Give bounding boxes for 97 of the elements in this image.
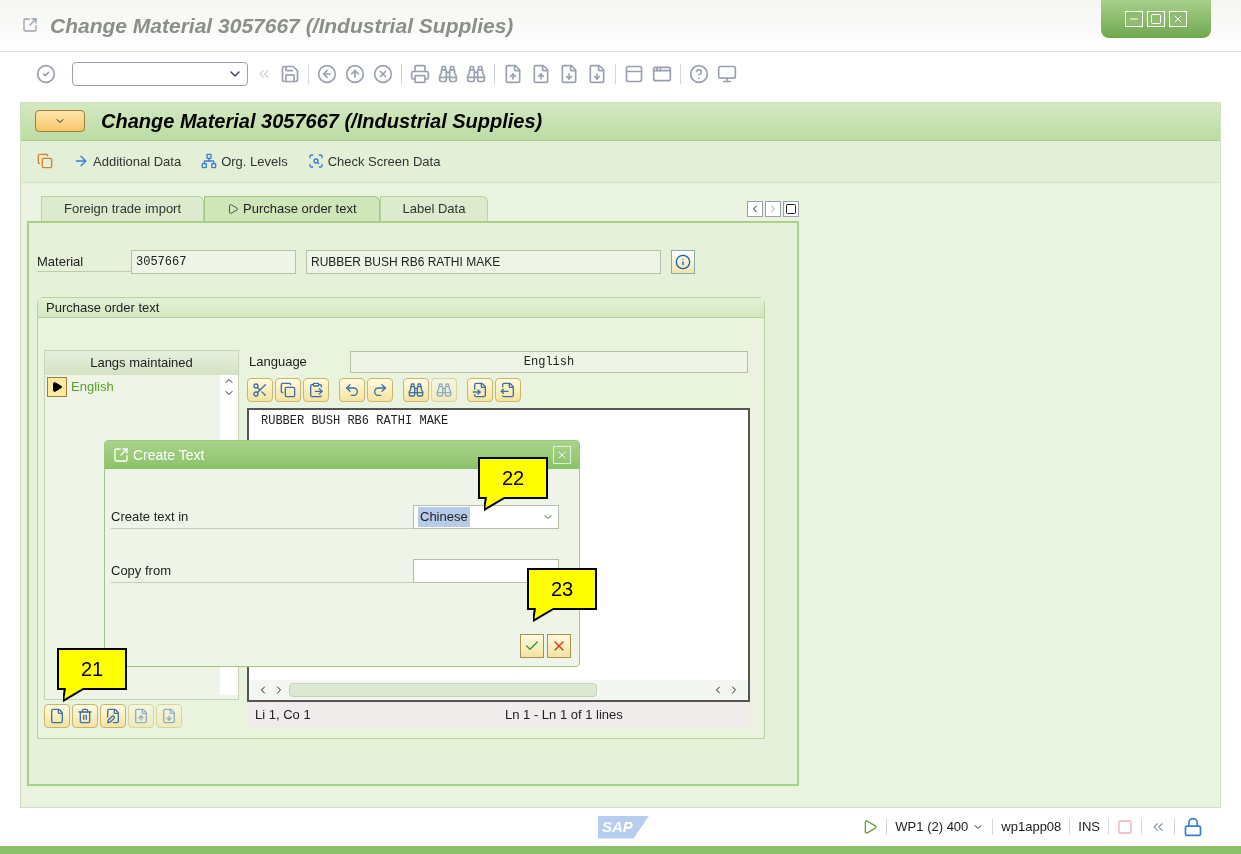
toolbar-button[interactable]: Additional Data — [73, 151, 182, 171]
insert-mode: INS — [1078, 818, 1100, 837]
find-next-icon[interactable] — [466, 63, 486, 84]
export-icon — [500, 381, 516, 398]
create-button[interactable] — [44, 703, 70, 728]
sap-logo: SAP — [598, 816, 649, 839]
cancel-icon[interactable] — [373, 63, 393, 84]
hierarchy-icon — [201, 153, 218, 170]
callout-tail-icon — [533, 608, 557, 622]
line-range: Ln 1 - Ln 1 of 1 lines — [504, 706, 624, 724]
page-down-icon — [161, 707, 177, 724]
tab[interactable]: Label Data — [379, 195, 489, 221]
confirm-button[interactable] — [520, 634, 544, 658]
info-icon — [675, 253, 691, 270]
field-label: Copy from — [111, 560, 413, 583]
paste-icon — [308, 381, 324, 398]
import-icon — [472, 381, 488, 398]
export-button[interactable] — [495, 377, 521, 402]
back-icon[interactable] — [317, 63, 337, 84]
binoculars-icon — [436, 381, 452, 398]
play-icon — [227, 202, 240, 215]
server-name: wp1app08 — [1001, 818, 1062, 837]
first-page-icon[interactable] — [503, 63, 523, 84]
group-title: Purchase order text — [38, 297, 764, 318]
close-icon — [1172, 13, 1184, 25]
maximize-button[interactable] — [1147, 11, 1165, 27]
window-title: Change Material 3057667 (/Industrial Supplies) — [50, 12, 514, 39]
help-icon[interactable] — [689, 63, 709, 84]
find-button[interactable] — [403, 377, 429, 402]
info-button[interactable] — [671, 249, 695, 274]
dialog-title: Create Text — [133, 445, 205, 465]
tab[interactable]: Foreign trade import — [41, 195, 205, 221]
find-icon[interactable] — [438, 63, 458, 84]
delete-button[interactable] — [72, 703, 98, 728]
square-icon — [785, 202, 797, 215]
enter-icon[interactable] — [36, 63, 56, 84]
callout-tail-icon — [484, 497, 508, 511]
scissors-icon — [252, 381, 268, 398]
scan-icon — [307, 153, 324, 170]
undo-button[interactable] — [339, 377, 365, 402]
undo-icon — [344, 381, 360, 398]
field-label: Language — [248, 353, 308, 371]
scroll-left-button[interactable] — [747, 200, 763, 217]
column-header: Langs maintained — [45, 350, 238, 375]
page-icon — [49, 707, 65, 724]
scrollbar-thumb[interactable] — [289, 682, 597, 697]
callout: 23 — [527, 568, 597, 622]
exit-icon[interactable] — [345, 63, 365, 84]
lock-icon[interactable] — [1183, 817, 1203, 838]
page-pencil-icon — [105, 707, 121, 724]
material-description-field[interactable]: RUBBER BUSH RB6 RATHI MAKE — [306, 249, 661, 274]
maximize-icon — [1150, 13, 1162, 25]
callout-tail-icon — [63, 688, 87, 702]
previous-page-icon[interactable] — [531, 63, 551, 84]
monitor-icon[interactable] — [717, 63, 737, 84]
next-page-icon[interactable] — [559, 63, 579, 84]
tab-list-button[interactable] — [783, 200, 799, 217]
trash-icon — [77, 707, 93, 724]
import-button[interactable] — [467, 377, 493, 402]
editor-line: RUBBER BUSH RB6 RATHI MAKE — [261, 413, 450, 428]
minimize-button[interactable] — [1125, 11, 1143, 27]
toolbar-button[interactable]: Org. Levels — [201, 151, 288, 171]
callout: 21 — [57, 648, 127, 702]
close-button[interactable] — [1169, 11, 1187, 27]
close-button[interactable] — [553, 446, 571, 464]
page-up-icon — [133, 707, 149, 724]
window-icon[interactable] — [624, 63, 644, 84]
cut-button[interactable] — [247, 377, 273, 402]
field-label: Create text in — [111, 506, 413, 529]
copy-button[interactable] — [275, 377, 301, 402]
window-icon — [22, 17, 38, 34]
save-icon[interactable] — [280, 63, 300, 84]
system-dropdown[interactable]: WP1 (2) 400 — [895, 817, 985, 837]
binoculars-icon — [408, 381, 424, 398]
language-dropdown[interactable]: Chinese — [413, 505, 559, 529]
toolbar-button[interactable]: Check Screen Data — [307, 151, 441, 171]
print-icon[interactable] — [410, 63, 430, 84]
command-field[interactable] — [72, 61, 248, 86]
copy-icon — [280, 381, 296, 398]
redo-button[interactable] — [367, 377, 393, 402]
redo-icon — [372, 381, 388, 398]
language-field[interactable]: English — [350, 350, 748, 373]
dialog-icon — [113, 447, 129, 463]
tab[interactable]: Purchase order text — [204, 195, 380, 221]
callout: 22 — [478, 457, 548, 511]
close-icon — [556, 449, 568, 461]
cancel-button[interactable] — [547, 634, 571, 658]
material-number-field[interactable]: 3057667 — [131, 249, 296, 274]
menu-button[interactable] — [35, 110, 85, 133]
cursor-position: Li 1, Co 1 — [254, 706, 312, 724]
horizontal-scrollbar[interactable] — [249, 679, 748, 700]
row-marker-icon — [47, 376, 67, 397]
edit-button[interactable] — [100, 703, 126, 728]
last-page-icon[interactable] — [587, 63, 607, 84]
screen-title: Change Material 3057667 (/Industrial Supplies) — [101, 109, 543, 135]
paste-button[interactable] — [303, 377, 329, 402]
play-icon[interactable] — [862, 819, 879, 836]
